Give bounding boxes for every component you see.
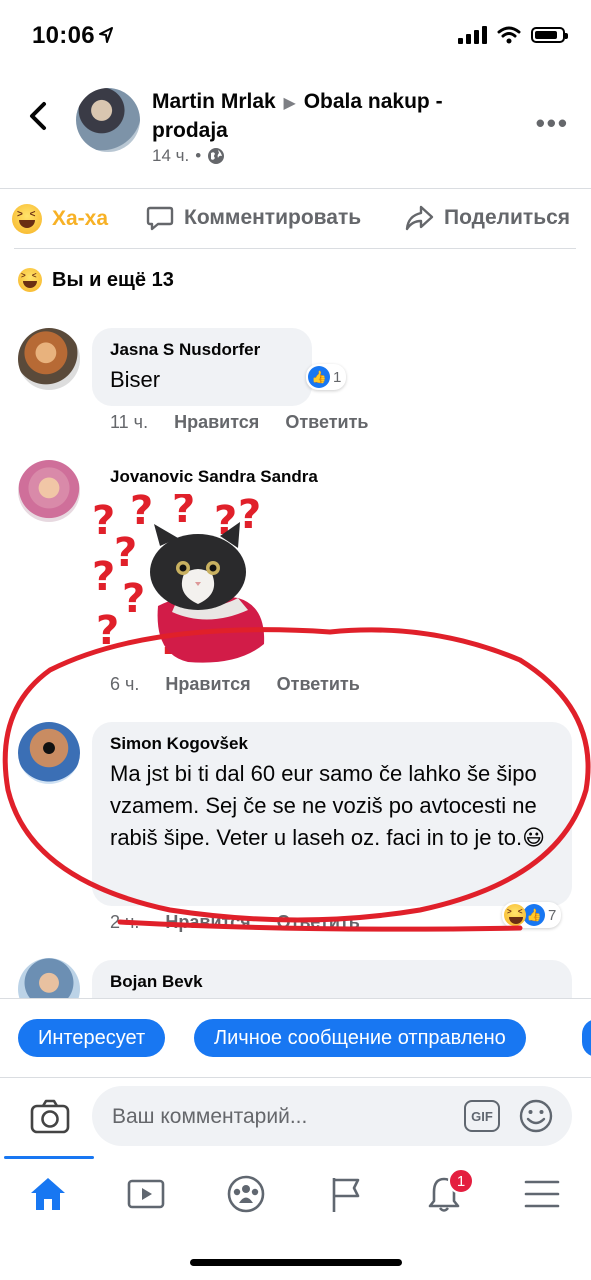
like-icon: 👍 [523, 904, 545, 926]
avatar[interactable] [18, 722, 80, 784]
reply-button[interactable]: Ответить [277, 674, 360, 695]
like-icon: 👍 [308, 366, 330, 388]
groups-icon [227, 1175, 265, 1213]
svg-text:?: ? [172, 494, 195, 532]
divider [0, 188, 591, 189]
comment-time: 11 ч. [110, 412, 149, 432]
wifi-icon [497, 26, 521, 44]
comment-composer[interactable]: GIF [92, 1086, 572, 1148]
comment-bubble[interactable]: Jasna S Nusdorfer Biser [92, 328, 312, 406]
tab-groups[interactable] [216, 1168, 276, 1220]
active-tab-indicator [4, 1156, 94, 1159]
comment-text: Ma jst bi ti dal 60 eur samo če lahko še… [110, 761, 546, 850]
post-title[interactable]: Martin Mrlak ▶ Obala nakup - prodaja [152, 88, 502, 144]
like-button[interactable]: Нравится [174, 412, 259, 433]
post-actions: Ха-ха Комментировать Поделиться [0, 190, 591, 248]
comment-reactions[interactable]: 👍 1 [306, 364, 347, 390]
notifications-badge: 1 [448, 1168, 474, 1194]
reactions-text: Вы и ещё 13 [52, 268, 174, 291]
comment-time: 6 ч. [110, 674, 140, 694]
svg-text:?: ? [122, 576, 145, 622]
tab-home[interactable] [18, 1168, 78, 1220]
emoji-icon[interactable] [518, 1098, 554, 1134]
reply-button[interactable]: Ответить [277, 912, 360, 933]
comment-meta: 2 ч. Нравится Ответить [110, 912, 360, 933]
signal-icon [458, 26, 487, 44]
location-arrow-icon [99, 27, 113, 43]
like-button[interactable]: Нравится [165, 674, 250, 695]
comment-bubble[interactable]: Simon Kogovšek Ma jst bi ti dal 60 eur s… [92, 722, 572, 906]
tab-pages[interactable] [316, 1168, 376, 1220]
tab-watch[interactable] [116, 1168, 176, 1220]
comment-input[interactable] [110, 1086, 444, 1148]
group-arrow-icon: ▶ [283, 95, 296, 112]
svg-text:?: ? [96, 608, 119, 654]
comment-time: 2 ч. [110, 912, 140, 932]
pages-flag-icon [332, 1178, 360, 1212]
svg-text:?: ? [114, 530, 137, 576]
tab-notifications[interactable]: 1 [414, 1168, 474, 1220]
avatar[interactable] [18, 328, 80, 390]
home-indicator[interactable] [190, 1259, 402, 1266]
haha-reaction-button[interactable]: Ха-ха [12, 204, 108, 234]
svg-text:?: ? [130, 494, 153, 534]
quick-reply-chip[interactable]: Личное сообщение отправлено [194, 1019, 526, 1057]
comment-icon [146, 206, 174, 231]
comment-button[interactable]: Комментировать [146, 204, 361, 232]
comment-author[interactable]: Jovanovic Sandra Sandra [110, 467, 318, 487]
avatar[interactable] [18, 460, 80, 522]
like-button[interactable]: Нравится [165, 912, 250, 933]
confused-cat-sticker[interactable]: ???? ???? ?? [88, 494, 278, 666]
post-time[interactable]: 14 ч. [152, 146, 189, 166]
comment-author[interactable]: Jasna S Nusdorfer [110, 340, 294, 360]
comment-text: Biser [110, 367, 161, 392]
gif-button[interactable]: GIF [464, 1100, 500, 1132]
reaction-count: 7 [548, 906, 557, 924]
share-label: Поделиться [444, 206, 571, 229]
comment-author[interactable]: Simon Kogovšek [110, 734, 554, 754]
back-arrow-icon[interactable] [22, 100, 54, 132]
globe-icon [208, 148, 225, 164]
quick-reply-chip[interactable]: Интересует [18, 1019, 166, 1057]
svg-text:?: ? [92, 554, 115, 600]
post-meta: 14 ч. • [152, 146, 225, 166]
author-avatar[interactable] [76, 88, 140, 152]
meta-separator: • [195, 146, 202, 165]
svg-text:?: ? [238, 494, 261, 538]
divider [14, 248, 576, 249]
watch-icon [127, 1179, 165, 1209]
status-icons [458, 26, 568, 44]
author-name[interactable]: Martin Mrlak [152, 90, 276, 113]
reactions-summary[interactable]: Вы и ещё 13 [18, 268, 174, 292]
comment-label: Комментировать [184, 206, 362, 229]
comment-reactions[interactable]: 👍 7 [502, 902, 562, 928]
tab-menu[interactable] [512, 1168, 572, 1220]
share-icon [405, 205, 434, 231]
comment-author[interactable]: Bojan Bevk [110, 972, 554, 992]
reaction-count: 1 [333, 368, 342, 386]
share-button[interactable]: Поделиться [404, 204, 570, 232]
quick-replies-bar: Интересует Личное сообщение отправлено [0, 998, 591, 1078]
camera-icon[interactable] [30, 1096, 70, 1136]
quick-reply-chip-partial[interactable] [582, 1019, 591, 1057]
haha-icon [18, 268, 42, 292]
more-options-icon[interactable]: ••• [536, 108, 569, 139]
menu-icon [524, 1180, 560, 1208]
haha-label: Ха-ха [52, 207, 109, 230]
reply-button[interactable]: Ответить [285, 412, 368, 433]
comment-meta: 6 ч. Нравится Ответить [110, 674, 360, 695]
comment-meta: 11 ч. Нравится Ответить [110, 412, 369, 433]
svg-text:?: ? [92, 498, 115, 544]
haha-icon [12, 204, 42, 234]
tab-bar: 1 [0, 1156, 591, 1240]
haha-icon [504, 904, 526, 926]
home-icon [31, 1178, 65, 1210]
battery-icon [531, 27, 568, 43]
status-time: 10:06 [32, 22, 95, 49]
